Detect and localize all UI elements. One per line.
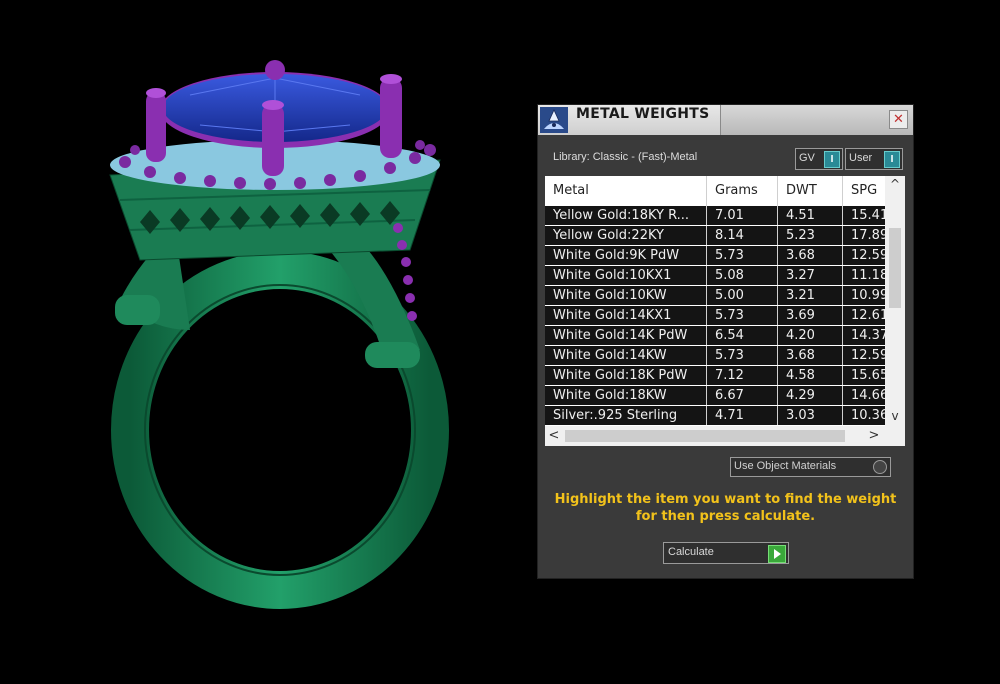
table-cell-spg: 12.59 [851,248,885,263]
vertical-scrollbar[interactable]: ^ v [885,176,905,426]
table-cell-grams: 5.00 [707,286,778,305]
table-row[interactable]: White Gold:10KX1 5.08 3.27 11.18 [545,266,885,285]
table-cell-spg: 10.99 [851,288,885,303]
table-cell-grams: 6.67 [707,386,778,405]
panel-title: METAL WEIGHTS [576,106,710,122]
table-cell-spg: 10.36 [851,408,885,423]
table-cell-spg: 11.18 [851,268,885,283]
table-row[interactable]: White Gold:14K PdW 6.54 4.20 14.37 [545,326,885,345]
instruction-line-1: Highlight the item you want to find the … [554,492,897,507]
table-cell-spg: 17.89 [851,228,885,243]
radio-icon[interactable] [873,460,887,474]
table-cell-grams: 4.71 [707,406,778,425]
table-cell-dwt: 4.58 [778,366,843,385]
table-cell-spg: 14.37 [851,328,885,343]
instruction-line-2: for then press calculate. [635,509,816,524]
instruction-text: Highlight the item you want to find the … [553,491,898,525]
table-cell-dwt: 4.51 [778,206,843,225]
gv-toggle-label: GV [799,152,815,164]
table-cell-dwt: 4.29 [778,386,843,405]
table-cell-dwt: 3.68 [778,246,843,265]
table-cell-spg: 15.65 [851,368,885,383]
horizontal-scrollbar[interactable]: < > [545,426,885,446]
table-cell-grams: 5.08 [707,266,778,285]
jeweler-logo-icon [540,107,568,133]
table-cell-metal: White Gold:18K PdW [545,366,707,385]
table-cell-grams: 7.01 [707,206,778,225]
metal-table[interactable]: Metal Grams DWT SPG Yellow Gold:18KY R..… [545,176,905,446]
table-row[interactable]: White Gold:18K PdW 7.12 4.58 15.65 [545,366,885,385]
horizontal-scroll-thumb[interactable] [565,430,845,442]
toggle-switch-icon[interactable]: I [884,151,900,168]
scroll-down-icon[interactable]: v [885,408,905,424]
table-row[interactable]: White Gold:14KW 5.73 3.68 12.59 [545,346,885,365]
scroll-right-icon[interactable]: > [865,426,883,446]
table-cell-metal: Yellow Gold:22KY [545,226,707,245]
table-row[interactable]: White Gold:18KW 6.67 4.29 14.66 [545,386,885,405]
table-row[interactable]: White Gold:10KW 5.00 3.21 10.99 [545,286,885,305]
scroll-corner [885,426,905,446]
vertical-scroll-thumb[interactable] [889,228,901,308]
table-cell-grams: 7.12 [707,366,778,385]
table-cell-grams: 5.73 [707,246,778,265]
table-row[interactable]: Yellow Gold:18KY R... 7.01 4.51 15.41 [545,206,885,225]
calculate-button[interactable]: Calculate [663,542,789,564]
scroll-left-icon[interactable]: < [545,426,563,446]
table-cell-metal: Silver:.925 Sterling [545,406,707,425]
user-toggle-label: User [849,152,873,164]
table-cell-metal: White Gold:18KW [545,386,707,405]
table-cell-metal: Yellow Gold:18KY R... [545,206,707,225]
table-cell-grams: 5.73 [707,306,778,325]
ring-model[interactable] [0,0,537,684]
table-cell-spg: 12.59 [851,348,885,363]
table-cell-dwt: 5.23 [778,226,843,245]
column-header-metal[interactable]: Metal [545,176,707,206]
metal-weights-panel: METAL WEIGHTS ✕ Library: Classic - (Fast… [538,105,913,578]
calculate-label: Calculate [668,546,714,558]
table-cell-metal: White Gold:10KX1 [545,266,707,285]
table-cell-dwt: 3.03 [778,406,843,425]
table-cell-grams: 8.14 [707,226,778,245]
table-cell-metal: White Gold:14KW [545,346,707,365]
use-object-materials-option[interactable]: Use Object Materials [730,457,891,477]
table-cell-dwt: 3.69 [778,306,843,325]
table-cell-metal: White Gold:9K PdW [545,246,707,265]
table-row[interactable]: White Gold:14KX1 5.73 3.69 12.61 [545,306,885,325]
gv-toggle[interactable]: GV I [795,148,843,170]
table-cell-grams: 6.54 [707,326,778,345]
table-row[interactable]: Yellow Gold:22KY 8.14 5.23 17.89 [545,226,885,245]
use-object-materials-label: Use Object Materials [734,460,837,472]
title-tab: METAL WEIGHTS [538,105,721,135]
column-header-dwt[interactable]: DWT [778,176,843,206]
table-cell-metal: White Gold:14K PdW [545,326,707,345]
panel-titlebar[interactable]: METAL WEIGHTS ✕ [538,105,913,135]
table-cell-dwt: 4.20 [778,326,843,345]
table-cell-metal: White Gold:14KX1 [545,306,707,325]
table-cell-grams: 5.73 [707,346,778,365]
table-row[interactable]: Silver:.925 Sterling 4.71 3.03 10.36 [545,406,885,425]
toggle-switch-icon[interactable]: I [824,151,840,168]
table-cell-dwt: 3.21 [778,286,843,305]
table-cell-spg: 15.41 [851,208,885,223]
column-header-grams[interactable]: Grams [707,176,778,206]
table-cell-dwt: 3.68 [778,346,843,365]
table-cell-metal: White Gold:10KW [545,286,707,305]
table-cell-dwt: 3.27 [778,266,843,285]
scroll-up-icon[interactable]: ^ [885,176,905,192]
play-icon[interactable] [768,545,786,563]
table-cell-spg: 12.61 [851,308,885,323]
3d-viewport[interactable] [0,0,537,684]
column-header-spg[interactable]: SPG [843,176,885,206]
close-icon[interactable]: ✕ [889,110,908,129]
user-toggle[interactable]: User I [845,148,903,170]
table-cell-spg: 14.66 [851,388,885,403]
library-label: Library: Classic - (Fast)-Metal [553,151,698,163]
table-header: Metal Grams DWT SPG [545,176,885,206]
table-row[interactable]: White Gold:9K PdW 5.73 3.68 12.59 [545,246,885,265]
